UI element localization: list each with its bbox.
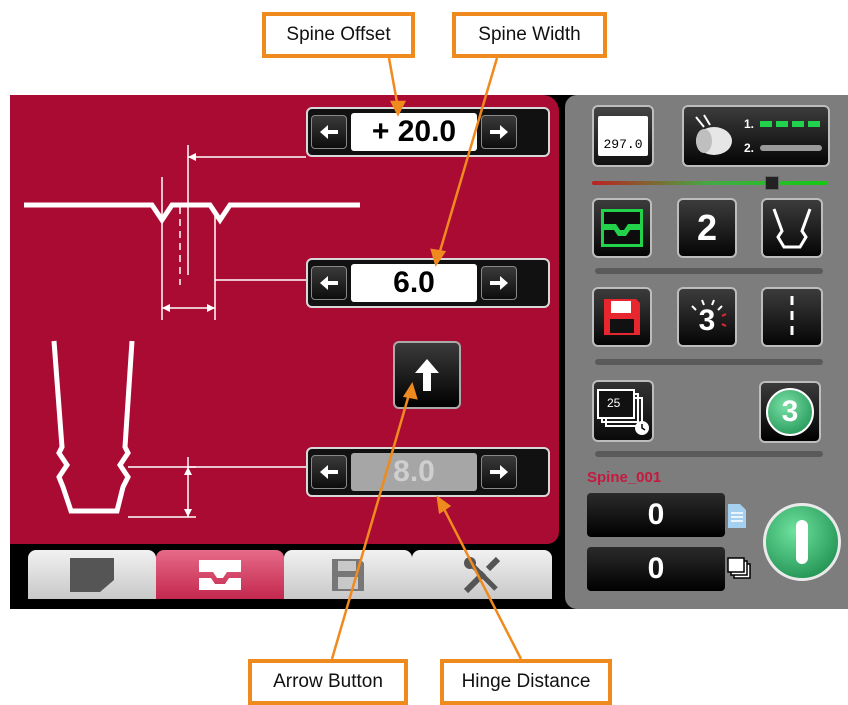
feed-row-2-indicator [760, 145, 822, 151]
start-icon [796, 520, 808, 564]
right-arrow-icon [490, 125, 508, 139]
divider [595, 359, 823, 365]
sheet-counter: 0 [587, 493, 725, 537]
hinge-distance-callout-label: Hinge Distance [461, 671, 591, 692]
tab-save[interactable] [284, 550, 412, 599]
spine-width-increase-button[interactable] [481, 266, 517, 300]
spine-offset-increase-button[interactable] [481, 115, 517, 149]
perforation-icon [790, 296, 794, 338]
save-button[interactable] [592, 287, 652, 347]
feed-row-1-indicator [760, 121, 822, 127]
tools-tab-icon [463, 556, 501, 593]
up-arrow-icon [415, 359, 439, 391]
arrow-button-callout: Arrow Button [248, 659, 408, 705]
tab-spine[interactable] [156, 550, 284, 599]
feed-roller-icon [695, 114, 732, 155]
spine-width-stepper: 6.0 [306, 258, 550, 308]
paper-size-button[interactable]: 297.0 [592, 105, 654, 167]
mode-badge[interactable]: 3 [759, 381, 821, 443]
left-arrow-icon [320, 465, 338, 479]
stack-counter: 0 [587, 547, 725, 591]
count-value: 2 [696, 207, 718, 248]
count-button[interactable]: 2 [677, 198, 737, 258]
batch-timer-icon [597, 389, 649, 435]
tab-tools[interactable] [412, 550, 552, 599]
spine-width-callout-label: Spine Width [478, 24, 581, 45]
batch-timer-button[interactable]: 25 [592, 380, 654, 442]
stack-icon [727, 557, 751, 579]
cutter-button[interactable] [761, 198, 823, 258]
batch-value: 25 [607, 396, 621, 410]
stack-counter-value: 0 [647, 552, 665, 585]
spine-settings-panel: + 20.0 6.0 8.0 [10, 95, 559, 544]
right-arrow-icon [490, 276, 508, 290]
divider [595, 268, 823, 274]
save-tab-icon [332, 558, 364, 591]
job-name: Spine_001 [587, 469, 662, 486]
hinge-distance-value[interactable]: 8.0 [351, 453, 477, 491]
right-control-panel: 297.0 1. 2. 2 3 25 3 Spine_001 0 0 [565, 95, 848, 609]
save-icon [604, 299, 640, 335]
feed-slider[interactable] [592, 176, 828, 190]
feed-row-1-label: 1. [744, 117, 755, 131]
document-tab-icon [70, 557, 114, 592]
mode-badge-icon: 3 [766, 388, 814, 436]
hinge-distance-callout: Hinge Distance [440, 659, 612, 705]
spine-width-decrease-button[interactable] [311, 266, 347, 300]
sheet-counter-value: 0 [647, 498, 665, 531]
speed-button[interactable]: 3 [677, 287, 737, 347]
arrow-button[interactable] [393, 341, 461, 409]
spine-tab-icon [199, 559, 241, 590]
divider [595, 451, 823, 457]
feed-row-2-label: 2. [744, 141, 755, 155]
speed-value: 3 [698, 304, 716, 337]
cutter-icon [772, 208, 812, 249]
spine-offset-callout-label: Spine Offset [286, 24, 391, 45]
paper-size-value: 297.0 [603, 137, 643, 152]
feed-slider-thumb[interactable] [765, 176, 779, 190]
spine-width-callout: Spine Width [452, 12, 607, 58]
feed-roller-button[interactable]: 1. 2. [682, 105, 830, 167]
spine-mode-button[interactable] [592, 198, 652, 258]
spine-offset-decrease-button[interactable] [311, 115, 347, 149]
spine-offset-value[interactable]: + 20.0 [351, 113, 477, 151]
hinge-distance-decrease-button[interactable] [311, 455, 347, 489]
spine-mode-icon [601, 209, 643, 247]
mode-badge-value: 3 [781, 395, 799, 428]
right-arrow-icon [490, 465, 508, 479]
start-button[interactable] [763, 503, 841, 581]
spine-offset-callout: Spine Offset [262, 12, 415, 58]
tab-document[interactable] [28, 550, 156, 599]
perforation-button[interactable] [761, 287, 823, 347]
left-arrow-icon [320, 276, 338, 290]
left-arrow-icon [320, 125, 338, 139]
hinge-distance-increase-button[interactable] [481, 455, 517, 489]
spine-width-value[interactable]: 6.0 [351, 264, 477, 302]
arrow-button-callout-label: Arrow Button [273, 671, 383, 692]
control-panel: + 20.0 6.0 8.0 297.0 1. 2. 2 3 25 3 Spin… [10, 95, 848, 609]
paper-size-icon: 297.0 [598, 116, 648, 156]
spine-offset-stepper: + 20.0 [306, 107, 550, 157]
hinge-distance-stepper: 8.0 [306, 447, 550, 497]
document-icon [728, 504, 746, 528]
